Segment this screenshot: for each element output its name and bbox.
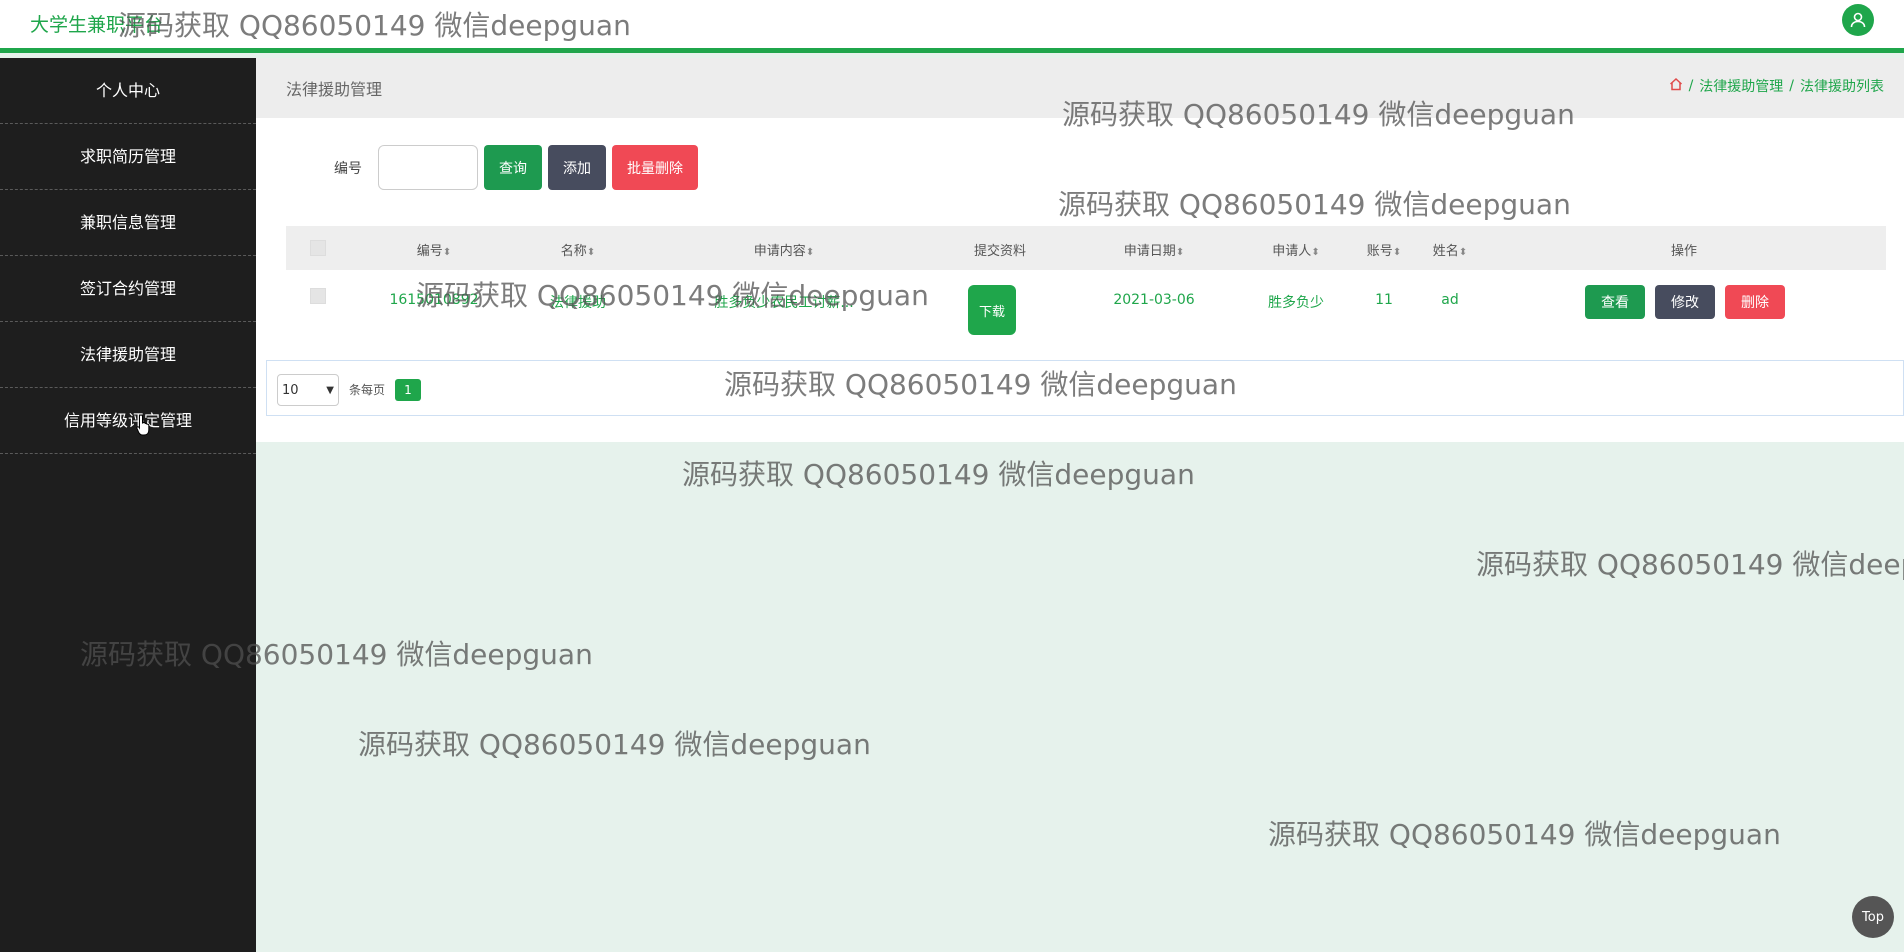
sort-icon: ⬍: [1311, 247, 1320, 258]
app-title: 大学生兼职平台: [30, 14, 164, 36]
search-label: 编号: [334, 160, 362, 177]
header-number[interactable]: 编号⬍: [417, 240, 451, 259]
delete-button[interactable]: 删除: [1725, 285, 1785, 319]
header-account[interactable]: 账号⬍: [1367, 240, 1401, 259]
query-button[interactable]: 查询: [484, 145, 542, 190]
row-checkbox[interactable]: [310, 288, 326, 304]
cell-realname: ad: [1441, 292, 1459, 308]
user-icon[interactable]: [1842, 4, 1874, 36]
edit-button[interactable]: 修改: [1655, 285, 1715, 319]
chevron-down-icon: ▼: [326, 384, 334, 396]
data-table: 编号⬍ 名称⬍ 申请内容⬍ 提交资料 申请日期⬍ 申请人⬍ 账号⬍ 姓名⬍ 操作…: [286, 226, 1886, 341]
breadcrumb-separator: /: [1789, 78, 1794, 94]
download-button[interactable]: 下载: [968, 285, 1016, 335]
home-icon[interactable]: [1669, 77, 1683, 95]
cell-number: 1615010892: [389, 292, 479, 308]
header-content[interactable]: 申请内容⬍: [754, 240, 814, 259]
header-realname[interactable]: 姓名⬍: [1433, 240, 1467, 259]
page-size-value: 10: [282, 382, 299, 398]
header-applicant[interactable]: 申请人⬍: [1272, 240, 1319, 259]
header-date[interactable]: 申请日期⬍: [1124, 240, 1184, 259]
table-row: 1615010892 法律援助 胜多负少农民工讨薪... 下载 2021-03-…: [286, 270, 1886, 341]
breadcrumb-separator: /: [1688, 78, 1694, 94]
sort-icon: ⬍: [1458, 247, 1468, 258]
table-header: 编号⬍ 名称⬍ 申请内容⬍ 提交资料 申请日期⬍ 申请人⬍ 账号⬍ 姓名⬍ 操作: [286, 226, 1886, 270]
sort-icon: ⬍: [586, 247, 596, 258]
hand-cursor-icon: [136, 414, 152, 440]
page-number-current[interactable]: 1: [395, 379, 421, 401]
view-button[interactable]: 查看: [1585, 285, 1645, 319]
add-button[interactable]: 添加: [548, 145, 606, 190]
breadcrumb-bar: 法律援助管理 / 法律援助管理 / 法律援助列表: [256, 58, 1904, 118]
sidebar-item-parttime[interactable]: 兼职信息管理: [0, 190, 256, 256]
cell-date: 2021-03-06: [1113, 292, 1195, 308]
header-actions: 操作: [1670, 244, 1698, 259]
cell-applicant: 胜多负少: [1268, 295, 1324, 311]
sidebar-item-contract[interactable]: 签订合约管理: [0, 256, 256, 322]
header-files: 提交资料: [973, 244, 1027, 259]
cell-account: 11: [1375, 292, 1393, 308]
page-size-select[interactable]: 10 ▼: [277, 374, 339, 406]
watermark-text: 源码获取 QQ86050149 微信deepguan: [1268, 818, 1781, 851]
sidebar-item-personal-center[interactable]: 个人中心: [0, 58, 256, 124]
watermark-text: 源码获取 QQ86050149 微信deepguan: [682, 458, 1195, 491]
cell-content: 胜多负少农民工讨薪...: [714, 295, 854, 311]
watermark-text: 源码获取 QQ86050149 微信deepguan: [358, 728, 871, 761]
sort-icon: ⬍: [1392, 247, 1402, 258]
cell-name: 法律援助: [550, 295, 606, 311]
number-search-input[interactable]: [378, 145, 478, 190]
pagination: 10 ▼ 条每页 1: [266, 360, 1904, 416]
page-size-label: 条每页: [349, 383, 386, 397]
search-form: 编号 查询 添加 批量删除: [334, 145, 698, 190]
page-title: 法律援助管理: [286, 80, 383, 99]
sort-icon: ⬍: [442, 247, 452, 258]
top-header: 大学生兼职平台: [0, 0, 1904, 53]
sidebar-item-legal-aid[interactable]: 法律援助管理: [0, 322, 256, 388]
breadcrumb-legal-aid-list[interactable]: 法律援助列表: [1800, 76, 1884, 96]
breadcrumb-legal-aid[interactable]: 法律援助管理: [1699, 76, 1783, 96]
sidebar: 个人中心 求职简历管理 兼职信息管理 签订合约管理 法律援助管理 信用等级评定管…: [0, 58, 256, 952]
back-to-top-button[interactable]: Top: [1852, 896, 1894, 938]
sort-icon: ⬍: [1175, 247, 1185, 258]
select-all-checkbox[interactable]: [310, 240, 326, 256]
breadcrumb: / 法律援助管理 / 法律援助列表: [1669, 76, 1884, 96]
header-name[interactable]: 名称⬍: [561, 240, 595, 259]
sort-icon: ⬍: [805, 247, 815, 258]
sidebar-item-resume[interactable]: 求职简历管理: [0, 124, 256, 190]
batch-delete-button[interactable]: 批量删除: [612, 145, 698, 190]
watermark-text: 源码获取 QQ86050149 微信deepguan: [1476, 548, 1904, 581]
sidebar-item-credit[interactable]: 信用等级评定管理: [0, 388, 256, 454]
